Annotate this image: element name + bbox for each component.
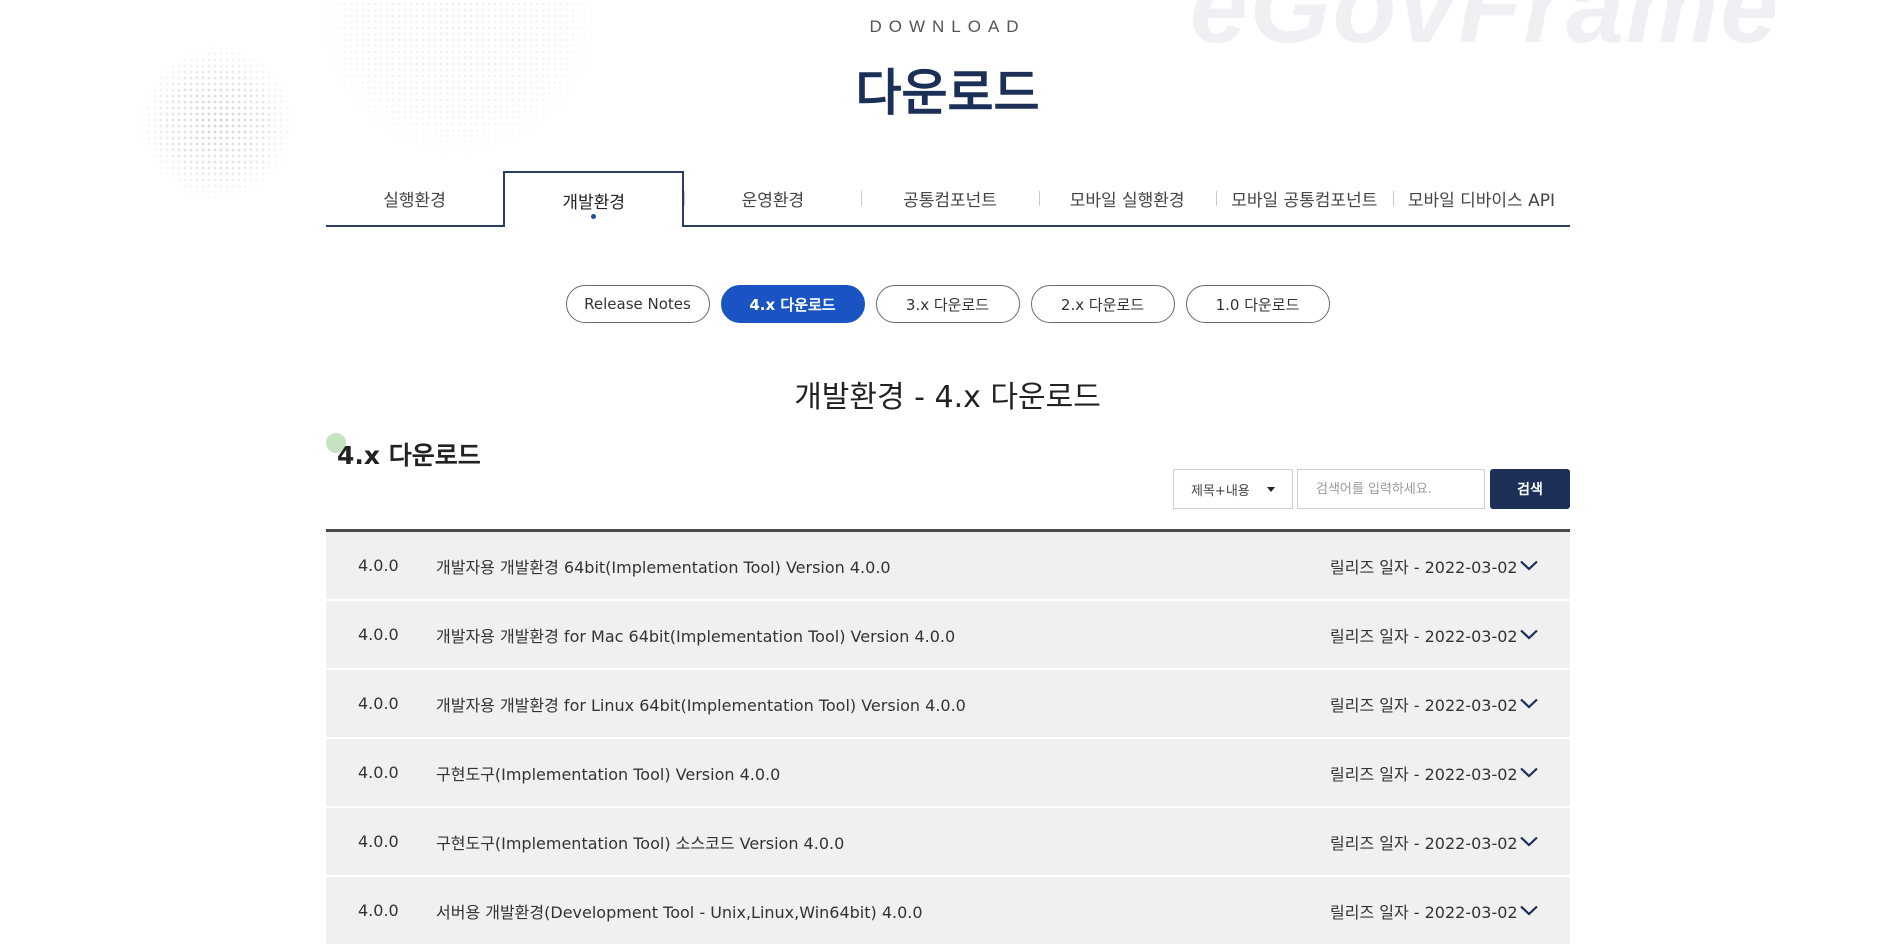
page-eyebrow: DOWNLOAD xyxy=(869,17,1026,36)
subsection-title: 4.x 다운로드 xyxy=(337,441,481,470)
tab-label: 운영환경 xyxy=(741,190,805,211)
tab-label: 모바일 디바이스 API xyxy=(1407,190,1555,211)
release-date: 릴리즈 일자 - 2022-03-02 xyxy=(1330,695,1518,715)
search-scope-select[interactable]: 제목+내용 xyxy=(1173,469,1293,509)
version-number: 4.0.0 xyxy=(358,625,399,644)
search-button[interactable]: 검색 xyxy=(1490,469,1570,509)
subtab-2x-download[interactable]: 2.x 다운로드 xyxy=(1030,285,1175,323)
download-title: 개발자용 개발환경 for Linux 64bit(Implementation… xyxy=(436,695,966,715)
tab-label: 공통컴포넌트 xyxy=(903,190,997,211)
section-title: 개발환경 - 4.x 다운로드 xyxy=(794,380,1101,415)
tab-operation-env[interactable]: 운영환경 xyxy=(684,171,861,225)
tab-label: 개발환경 xyxy=(562,192,625,213)
download-title: 개발자용 개발환경 64bit(Implementation Tool) Ver… xyxy=(436,557,891,577)
tab-mobile-runtime-env[interactable]: 모바일 실행환경 xyxy=(1038,171,1216,225)
subtab-1-0-download[interactable]: 1.0 다운로드 xyxy=(1185,285,1330,323)
release-date: 릴리즈 일자 - 2022-03-02 xyxy=(1330,764,1518,784)
download-title: 구현도구(Implementation Tool) Version 4.0.0 xyxy=(436,764,781,784)
download-title: 구현도구(Implementation Tool) 소스코드 Version 4… xyxy=(436,833,845,853)
version-number: 4.0.0 xyxy=(358,832,399,851)
download-row[interactable]: 4.0.0 구현도구(Implementation Tool) Version … xyxy=(326,739,1570,808)
release-date: 릴리즈 일자 - 2022-03-02 xyxy=(1330,626,1518,646)
version-subtabs: Release Notes 4.x 다운로드 3.x 다운로드 2.x 다운로드… xyxy=(0,285,1895,323)
download-row[interactable]: 4.0.0 서버용 개발환경(Development Tool - Unix,L… xyxy=(326,877,1570,946)
tab-runtime-env[interactable]: 실행환경 xyxy=(326,171,503,225)
subtab-4x-download[interactable]: 4.x 다운로드 xyxy=(720,285,865,323)
download-title: 개발자용 개발환경 for Mac 64bit(Implementation T… xyxy=(436,626,956,646)
chevron-down-icon[interactable] xyxy=(1520,670,1570,737)
download-row[interactable]: 4.0.0 개발자용 개발환경 for Mac 64bit(Implementa… xyxy=(326,601,1570,670)
download-list: 4.0.0 개발자용 개발환경 64bit(Implementation Too… xyxy=(326,529,1570,946)
tab-label: 실행환경 xyxy=(383,190,446,211)
chevron-down-icon[interactable] xyxy=(1520,808,1570,875)
active-indicator-dot xyxy=(591,214,597,219)
download-row[interactable]: 4.0.0 구현도구(Implementation Tool) 소스코드 Ver… xyxy=(326,808,1570,877)
version-number: 4.0.0 xyxy=(358,763,399,782)
tab-mobile-common-components[interactable]: 모바일 공통컴포넌트 xyxy=(1215,171,1393,225)
download-row[interactable]: 4.0.0 개발자용 개발환경 for Linux 64bit(Implemen… xyxy=(326,670,1570,739)
version-number: 4.0.0 xyxy=(358,694,399,713)
subtab-3x-download[interactable]: 3.x 다운로드 xyxy=(875,285,1020,323)
search-input[interactable] xyxy=(1297,469,1485,509)
tab-common-components[interactable]: 공통컴포넌트 xyxy=(861,171,1038,225)
page-title: 다운로드 xyxy=(855,64,1040,122)
chevron-down-icon[interactable] xyxy=(1520,532,1570,599)
version-number: 4.0.0 xyxy=(358,556,399,575)
tab-label: 모바일 공통컴포넌트 xyxy=(1231,190,1378,211)
tab-development-env[interactable]: 개발환경 xyxy=(503,171,685,227)
caret-down-icon xyxy=(1267,487,1275,492)
subtab-release-notes[interactable]: Release Notes xyxy=(565,285,710,323)
release-date: 릴리즈 일자 - 2022-03-02 xyxy=(1330,833,1518,853)
category-tabs: 실행환경 개발환경 운영환경 공통컴포넌트 모바일 실행환경 모바일 공통컴포넌… xyxy=(326,171,1570,227)
release-date: 릴리즈 일자 - 2022-03-02 xyxy=(1330,557,1518,577)
download-title: 서버용 개발환경(Development Tool - Unix,Linux,W… xyxy=(436,902,923,922)
tab-label: 모바일 실행환경 xyxy=(1069,190,1185,211)
tab-mobile-device-api[interactable]: 모바일 디바이스 API xyxy=(1392,171,1570,225)
search-scope-value: 제목+내용 xyxy=(1191,483,1250,499)
chevron-down-icon[interactable] xyxy=(1520,877,1570,944)
chevron-down-icon[interactable] xyxy=(1520,601,1570,668)
release-date: 릴리즈 일자 - 2022-03-02 xyxy=(1330,902,1518,922)
chevron-down-icon[interactable] xyxy=(1520,739,1570,806)
download-row[interactable]: 4.0.0 개발자용 개발환경 64bit(Implementation Too… xyxy=(326,532,1570,601)
version-number: 4.0.0 xyxy=(358,901,399,920)
